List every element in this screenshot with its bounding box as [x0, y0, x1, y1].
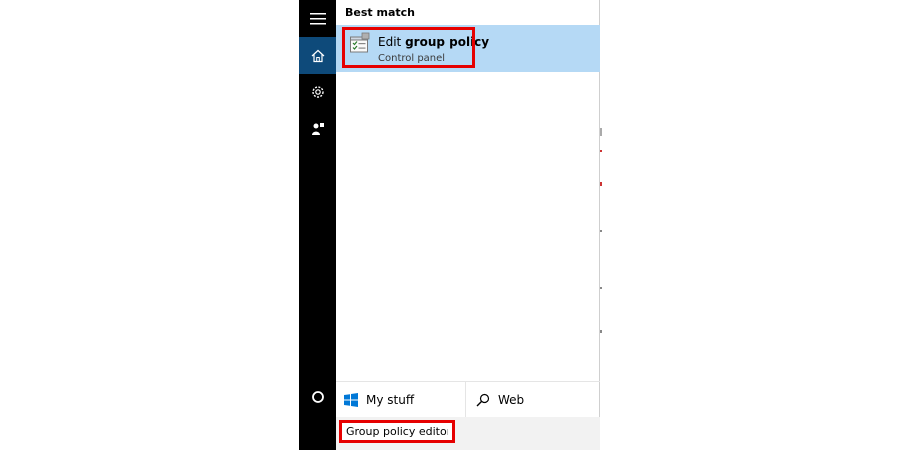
search-input[interactable]	[339, 420, 455, 443]
cortana-button[interactable]	[299, 378, 336, 415]
scope-web-button[interactable]: Web	[466, 382, 600, 418]
scope-web-label: Web	[498, 393, 525, 407]
feedback-button[interactable]	[299, 110, 336, 147]
result-title-prefix: Edit	[378, 35, 406, 49]
cortana-circle-icon	[311, 390, 324, 403]
search-results-panel: Best match Edit group policy Control pan…	[336, 0, 600, 450]
windows-logo-icon	[344, 393, 358, 407]
feedback-icon	[311, 122, 324, 135]
settings-button[interactable]	[299, 73, 336, 110]
result-title: Edit group policy	[378, 35, 489, 49]
cortana-rail	[299, 0, 336, 450]
scope-my-stuff-button[interactable]: My stuff	[336, 382, 466, 418]
home-icon	[311, 49, 324, 62]
scope-my-stuff-label: My stuff	[366, 393, 415, 407]
search-scope-bar: My stuff Web	[336, 381, 600, 418]
result-edit-group-policy[interactable]: Edit group policy Control panel	[336, 25, 600, 72]
group-policy-icon	[350, 32, 370, 53]
hamburger-menu-icon	[309, 12, 326, 24]
hamburger-menu-button[interactable]	[299, 0, 336, 37]
gear-icon	[311, 85, 324, 98]
home-button[interactable]	[299, 37, 336, 74]
section-header-best-match: Best match	[345, 6, 415, 19]
result-title-bold: group policy	[405, 35, 490, 49]
background-window-edge	[600, 128, 602, 333]
search-icon	[476, 393, 490, 407]
result-subtitle: Control panel	[378, 53, 446, 64]
